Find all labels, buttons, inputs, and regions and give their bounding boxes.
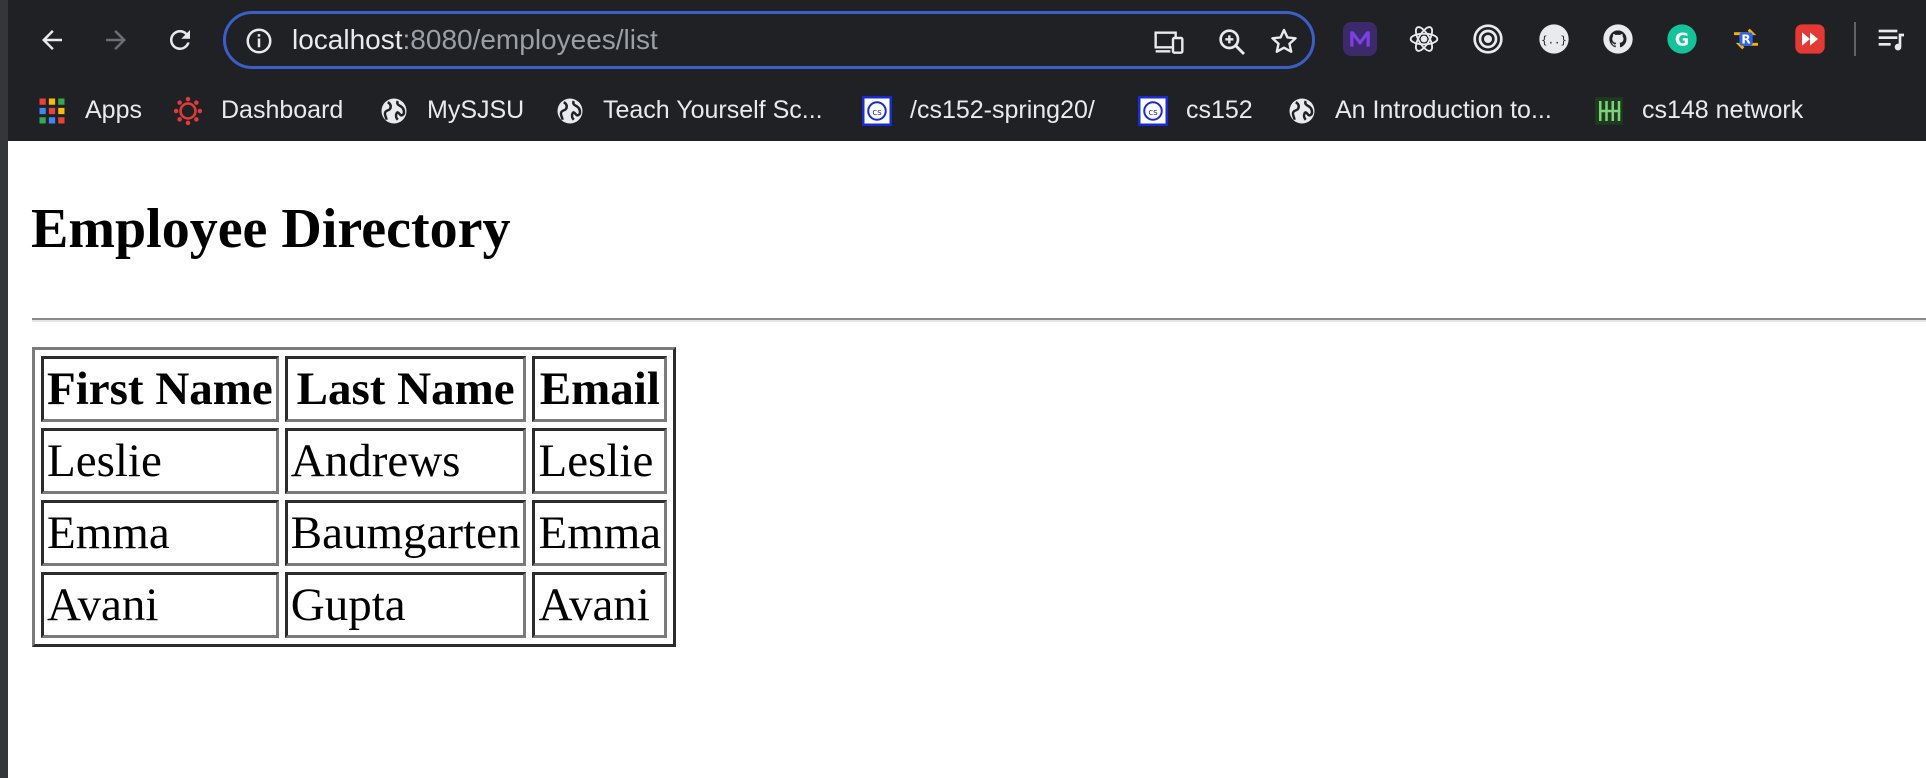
url-host: localhost: [292, 24, 403, 55]
column-header-last-name: Last Name: [284, 356, 527, 422]
bookmark-label: Teach Yourself Sc...: [603, 96, 823, 124]
globe-icon: [381, 98, 407, 123]
bookmark-cs148-network[interactable]: cs148 network: [1594, 80, 1803, 141]
bookmarks-bar: Apps Dashboard MySJSU Teach Yourself Sc.…: [0, 80, 1926, 141]
cs-icon: cs: [862, 95, 892, 126]
url-path: :8080/employees/list: [402, 24, 658, 55]
toolbar-separator: [1854, 22, 1856, 56]
column-header-first-name: First Name: [41, 356, 279, 422]
bookmark-label: /cs152-spring20/: [910, 96, 1095, 124]
bookmark-label: cs152: [1186, 96, 1253, 124]
cell-first-name: Emma: [41, 500, 279, 566]
record-extension-icon[interactable]: [1793, 22, 1827, 56]
cs-icon: cs: [1138, 95, 1168, 126]
bookmark-teach-yourself[interactable]: Teach Yourself Sc...: [555, 80, 823, 141]
forward-button[interactable]: [94, 18, 138, 62]
bookmark-cs152[interactable]: cs cs152: [1138, 80, 1253, 141]
cell-email: Avani: [532, 572, 668, 638]
horizontal-rule: [32, 318, 1926, 322]
bookmark-dashboard[interactable]: Dashboard: [173, 80, 343, 141]
back-button[interactable]: [30, 18, 74, 62]
json-viewer-icon[interactable]: {..}: [1537, 22, 1571, 56]
cell-last-name: Baumgarten: [284, 500, 527, 566]
network-icon: [1595, 96, 1623, 125]
cell-email: Emma: [532, 500, 668, 566]
browser-chrome: localhost:8080/employees/list {..} G R A…: [0, 0, 1926, 141]
column-header-email: Email: [532, 356, 668, 422]
bookmark-introduction[interactable]: An Introduction to...: [1287, 80, 1552, 141]
bookmark-label: An Introduction to...: [1335, 96, 1552, 124]
bookmark-label: MySJSU: [427, 96, 525, 124]
reload-button[interactable]: [158, 18, 202, 62]
info-icon[interactable]: [244, 26, 274, 56]
employee-table: First Name Last Name Email Leslie Andrew…: [32, 347, 677, 647]
bookmark-star-icon[interactable]: [1268, 26, 1300, 58]
apps-grid-icon: [39, 98, 65, 123]
target-extension-icon[interactable]: [1471, 22, 1505, 56]
r-extension-icon[interactable]: R: [1729, 22, 1763, 56]
table-header-row: First Name Last Name Email: [41, 356, 668, 422]
table-row: Avani Gupta Avani: [41, 572, 668, 638]
svg-text:G: G: [1675, 31, 1689, 51]
arrow-left-icon: [42, 30, 62, 50]
bookmark-label: Dashboard: [221, 96, 344, 124]
svg-text:R: R: [1741, 33, 1750, 47]
window-edge: [0, 0, 8, 778]
bookmark-label: cs148 network: [1642, 96, 1804, 124]
github-icon[interactable]: [1601, 22, 1635, 56]
zoom-icon[interactable]: [1216, 26, 1248, 58]
bookmark-cs152-spring20[interactable]: cs /cs152-spring20/: [862, 80, 1095, 141]
grammarly-icon[interactable]: G: [1665, 22, 1699, 56]
reading-list-icon[interactable]: [1875, 22, 1909, 56]
browser-toolbar: localhost:8080/employees/list {..} G R: [0, 0, 1926, 80]
globe-icon: [557, 98, 583, 123]
address-bar[interactable]: localhost:8080/employees/list: [223, 11, 1315, 69]
bookmark-apps[interactable]: Apps: [37, 80, 142, 141]
bookmark-mysjsu[interactable]: MySJSU: [379, 80, 524, 141]
svg-text:cs: cs: [872, 107, 882, 117]
svg-text:{..}: {..}: [1541, 34, 1567, 47]
cell-first-name: Avani: [41, 572, 279, 638]
canvas-icon: [173, 96, 203, 125]
cell-first-name: Leslie: [41, 428, 279, 494]
globe-icon: [1289, 98, 1315, 123]
page-title: Employee Directory: [31, 198, 511, 260]
svg-text:cs: cs: [1148, 107, 1158, 117]
cell-last-name: Andrews: [284, 428, 527, 494]
cast-devices-icon[interactable]: [1153, 26, 1185, 58]
react-devtools-icon[interactable]: [1407, 22, 1441, 56]
arrow-right-icon: [106, 30, 126, 50]
url-text[interactable]: localhost:8080/employees/list: [292, 23, 658, 57]
table-row: Emma Baumgarten Emma: [41, 500, 668, 566]
cell-last-name: Gupta: [284, 572, 527, 638]
extension-m-icon[interactable]: [1343, 22, 1377, 56]
bookmark-label: Apps: [85, 96, 142, 124]
reload-icon: [169, 29, 190, 50]
cell-email: Leslie: [532, 428, 668, 494]
table-row: Leslie Andrews Leslie: [41, 428, 668, 494]
